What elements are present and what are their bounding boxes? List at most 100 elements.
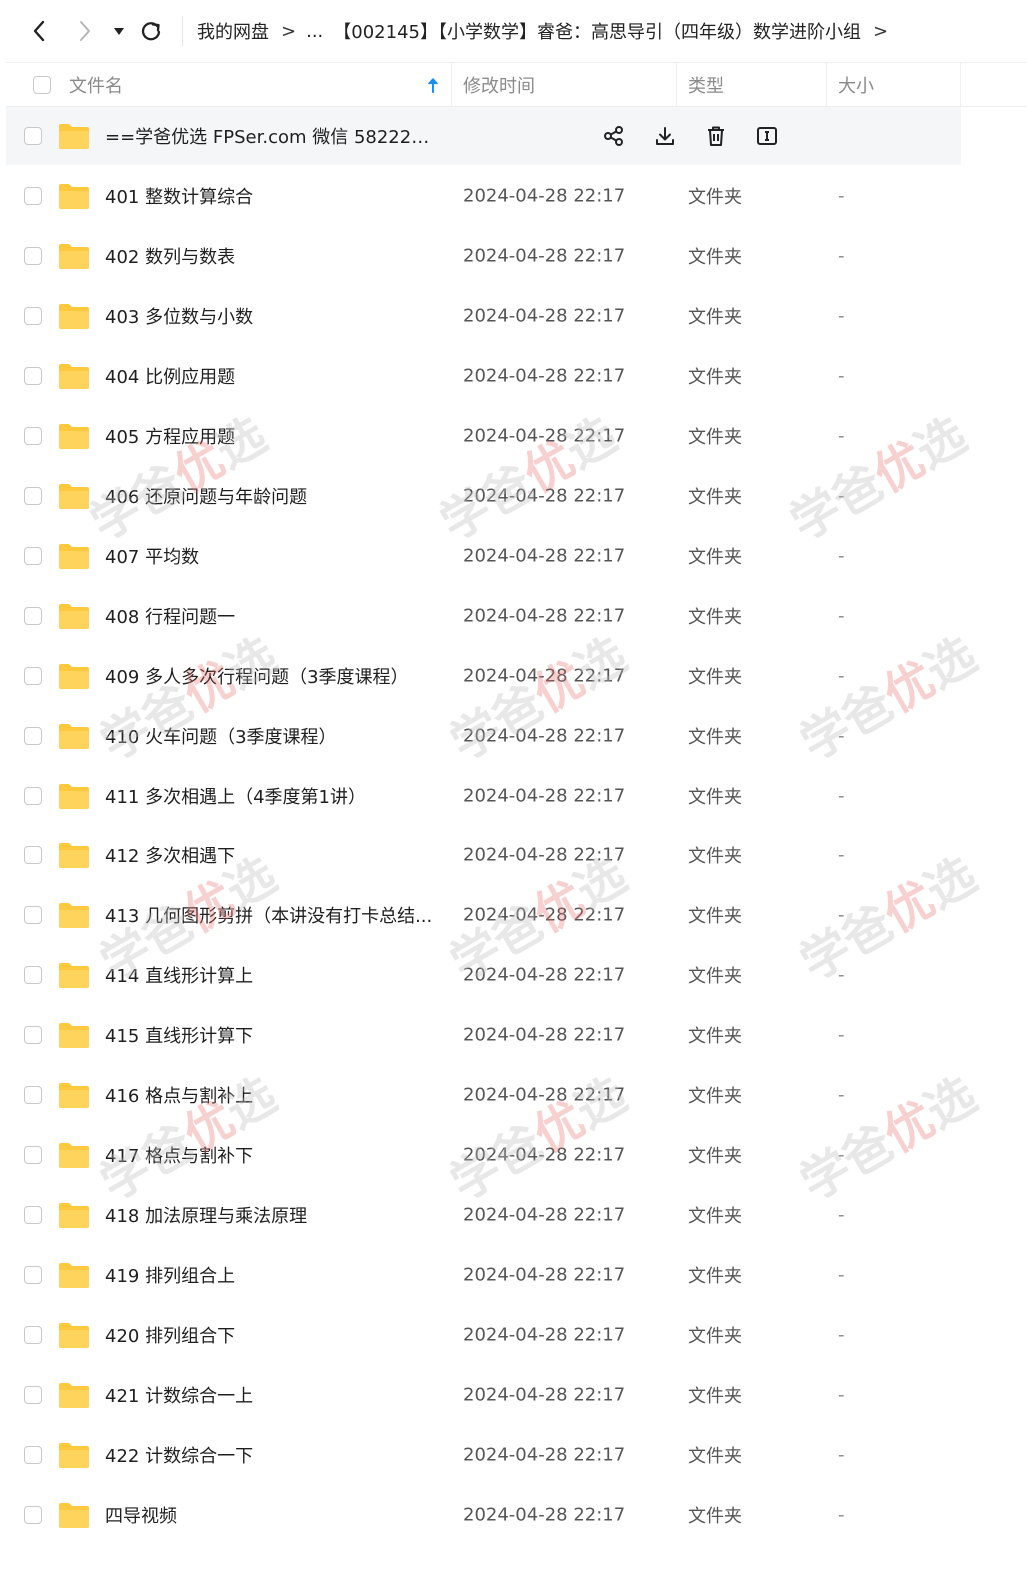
file-name[interactable]: 410 火车问题（3季度课程）	[105, 723, 337, 749]
row-checkbox[interactable]	[24, 666, 42, 685]
file-row[interactable]: 406 还原问题与年龄问题 2024-04-28 22:17 文件夹 -	[6, 466, 961, 526]
file-row[interactable]: 410 火车问题（3季度课程） 2024-04-28 22:17 文件夹 -	[6, 706, 961, 766]
row-checkbox[interactable]	[24, 1505, 42, 1524]
file-name[interactable]: 422 计数综合一下	[105, 1442, 253, 1468]
row-checkbox[interactable]	[24, 1206, 42, 1225]
row-checkbox[interactable]	[24, 1445, 42, 1464]
file-name[interactable]: 405 方程应用题	[105, 423, 235, 449]
sort-ascending-icon[interactable]	[427, 63, 439, 106]
row-checkbox[interactable]	[24, 1326, 42, 1345]
file-name[interactable]: 403 多位数与小数	[105, 303, 253, 329]
file-row[interactable]: 404 比例应用题 2024-04-28 22:17 文件夹 -	[6, 346, 961, 406]
file-name[interactable]: 419 排列组合上	[105, 1262, 235, 1288]
column-type-label: 类型	[688, 75, 724, 97]
breadcrumb-separator-icon: >	[872, 20, 889, 42]
file-name[interactable]: ==学爸优选 FPSer.com 微信 582229==	[105, 123, 435, 149]
folder-icon	[59, 783, 89, 809]
file-row[interactable]: 420 排列组合下 2024-04-28 22:17 文件夹 -	[6, 1305, 961, 1365]
file-row[interactable]: 413 几何图形剪拼（本讲没有打卡总结... 2024-04-28 22:17 文件…	[6, 885, 961, 945]
history-dropdown-icon[interactable]	[106, 14, 132, 48]
forward-icon[interactable]	[70, 14, 100, 48]
file-row[interactable]: 421 计数综合一上 2024-04-28 22:17 文件夹 -	[6, 1365, 961, 1425]
file-row[interactable]: 402 数列与数表 2024-04-28 22:17 文件夹 -	[6, 226, 961, 286]
breadcrumb-current[interactable]: 【002145】【小学数学】睿爸：高思导引（四年级）数学进阶小组	[333, 18, 861, 44]
row-checkbox[interactable]	[24, 1146, 42, 1165]
file-name[interactable]: 408 行程问题一	[105, 603, 235, 629]
file-row[interactable]: 408 行程问题一 2024-04-28 22:17 文件夹 -	[6, 586, 961, 646]
row-checkbox[interactable]	[24, 246, 42, 265]
file-name[interactable]: 404 比例应用题	[105, 363, 235, 389]
file-name[interactable]: 415 直线形计算下	[105, 1022, 253, 1048]
file-size: -	[838, 1204, 845, 1226]
select-all-checkbox[interactable]	[33, 75, 51, 94]
file-type: 文件夹	[688, 846, 742, 868]
breadcrumb-ellipsis[interactable]: ...	[306, 21, 323, 42]
row-checkbox[interactable]	[24, 786, 42, 805]
file-row[interactable]: 416 格点与割补上 2024-04-28 22:17 文件夹 -	[6, 1065, 961, 1125]
file-name[interactable]: 420 排列组合下	[105, 1322, 235, 1348]
file-name[interactable]: 416 格点与割补上	[105, 1082, 253, 1108]
file-row[interactable]: 419 排列组合上 2024-04-28 22:17 文件夹 -	[6, 1245, 961, 1305]
file-modified: 2024-04-28 22:17	[463, 1444, 626, 1466]
file-row[interactable]: 407 平均数 2024-04-28 22:17 文件夹 -	[6, 526, 961, 586]
file-name[interactable]: 418 加法原理与乘法原理	[105, 1202, 307, 1228]
file-row[interactable]: 415 直线形计算下 2024-04-28 22:17 文件夹 -	[6, 1005, 961, 1065]
row-checkbox[interactable]	[24, 966, 42, 985]
row-checkbox[interactable]	[24, 546, 42, 565]
file-name[interactable]: 四导视频	[105, 1502, 177, 1528]
file-row[interactable]: 405 方程应用题 2024-04-28 22:17 文件夹 -	[6, 406, 961, 466]
file-row[interactable]: 417 格点与割补下 2024-04-28 22:17 文件夹 -	[6, 1125, 961, 1185]
row-checkbox[interactable]	[24, 486, 42, 505]
download-icon[interactable]	[653, 124, 677, 148]
share-icon[interactable]	[602, 124, 626, 148]
file-modified: 2024-04-28 22:17	[463, 844, 626, 866]
file-row[interactable]: 401 整数计算综合 2024-04-28 22:17 文件夹 -	[6, 166, 961, 226]
file-name[interactable]: 409 多人多次行程问题（3季度课程）	[105, 663, 409, 689]
row-checkbox[interactable]	[24, 187, 42, 205]
file-row-hovered[interactable]: ==学爸优选 FPSer.com 微信 582229==	[6, 107, 961, 165]
file-row[interactable]: 403 多位数与小数 2024-04-28 22:17 文件夹 -	[6, 286, 961, 346]
file-row[interactable]: 411 多次相遇上（4季度第1讲） 2024-04-28 22:17 文件夹 -	[6, 766, 961, 826]
file-name[interactable]: 406 还原问题与年龄问题	[105, 483, 307, 509]
row-checkbox[interactable]	[24, 306, 42, 325]
row-checkbox[interactable]	[24, 1266, 42, 1285]
breadcrumb-root[interactable]: 我的网盘	[197, 18, 269, 44]
row-checkbox[interactable]	[24, 127, 42, 145]
row-checkbox[interactable]	[24, 906, 42, 925]
file-name[interactable]: 414 直线形计算上	[105, 962, 253, 988]
back-icon[interactable]	[24, 14, 54, 48]
refresh-icon[interactable]	[136, 14, 166, 48]
row-checkbox[interactable]	[24, 1386, 42, 1404]
file-row[interactable]: 414 直线形计算上 2024-04-28 22:17 文件夹 -	[6, 945, 961, 1005]
delete-icon[interactable]	[704, 124, 728, 148]
file-row[interactable]: 409 多人多次行程问题（3季度课程） 2024-04-28 22:17 文件夹 -	[6, 646, 961, 706]
row-checkbox[interactable]	[24, 846, 42, 865]
file-name[interactable]: 417 格点与割补下	[105, 1142, 253, 1168]
file-name[interactable]: 412 多次相遇下	[105, 842, 235, 868]
file-name[interactable]: 413 几何图形剪拼（本讲没有打卡总结...	[105, 902, 432, 928]
file-size: -	[838, 305, 845, 327]
row-checkbox[interactable]	[24, 726, 42, 745]
column-name-header[interactable]: 文件名	[69, 63, 123, 106]
file-name[interactable]: 421 计数综合一上	[105, 1382, 253, 1408]
file-row[interactable]: 422 计数综合一下 2024-04-28 22:17 文件夹 -	[6, 1425, 961, 1485]
row-checkbox[interactable]	[24, 1086, 42, 1105]
file-type: 文件夹	[688, 1266, 742, 1288]
file-row[interactable]: 四导视频 2024-04-28 22:17 文件夹 -	[6, 1485, 961, 1545]
file-name[interactable]: 411 多次相遇上（4季度第1讲）	[105, 783, 366, 809]
file-row[interactable]: 418 加法原理与乘法原理 2024-04-28 22:17 文件夹 -	[6, 1185, 961, 1245]
file-name[interactable]: 402 数列与数表	[105, 243, 235, 269]
row-checkbox[interactable]	[24, 606, 42, 625]
row-checkbox[interactable]	[24, 1026, 42, 1045]
column-size-header[interactable]: 大小	[838, 63, 874, 106]
file-row[interactable]: 412 多次相遇下 2024-04-28 22:17 文件夹 -	[6, 825, 961, 885]
file-modified: 2024-04-28 22:17	[463, 904, 626, 926]
column-type-header[interactable]: 类型	[688, 63, 724, 106]
row-checkbox[interactable]	[24, 366, 42, 385]
column-modified-header[interactable]: 修改时间	[463, 63, 535, 106]
rename-icon[interactable]	[755, 124, 779, 148]
file-name[interactable]: 401 整数计算综合	[105, 183, 253, 209]
file-name[interactable]: 407 平均数	[105, 543, 199, 569]
row-checkbox[interactable]	[24, 426, 42, 445]
file-size: -	[838, 425, 845, 447]
